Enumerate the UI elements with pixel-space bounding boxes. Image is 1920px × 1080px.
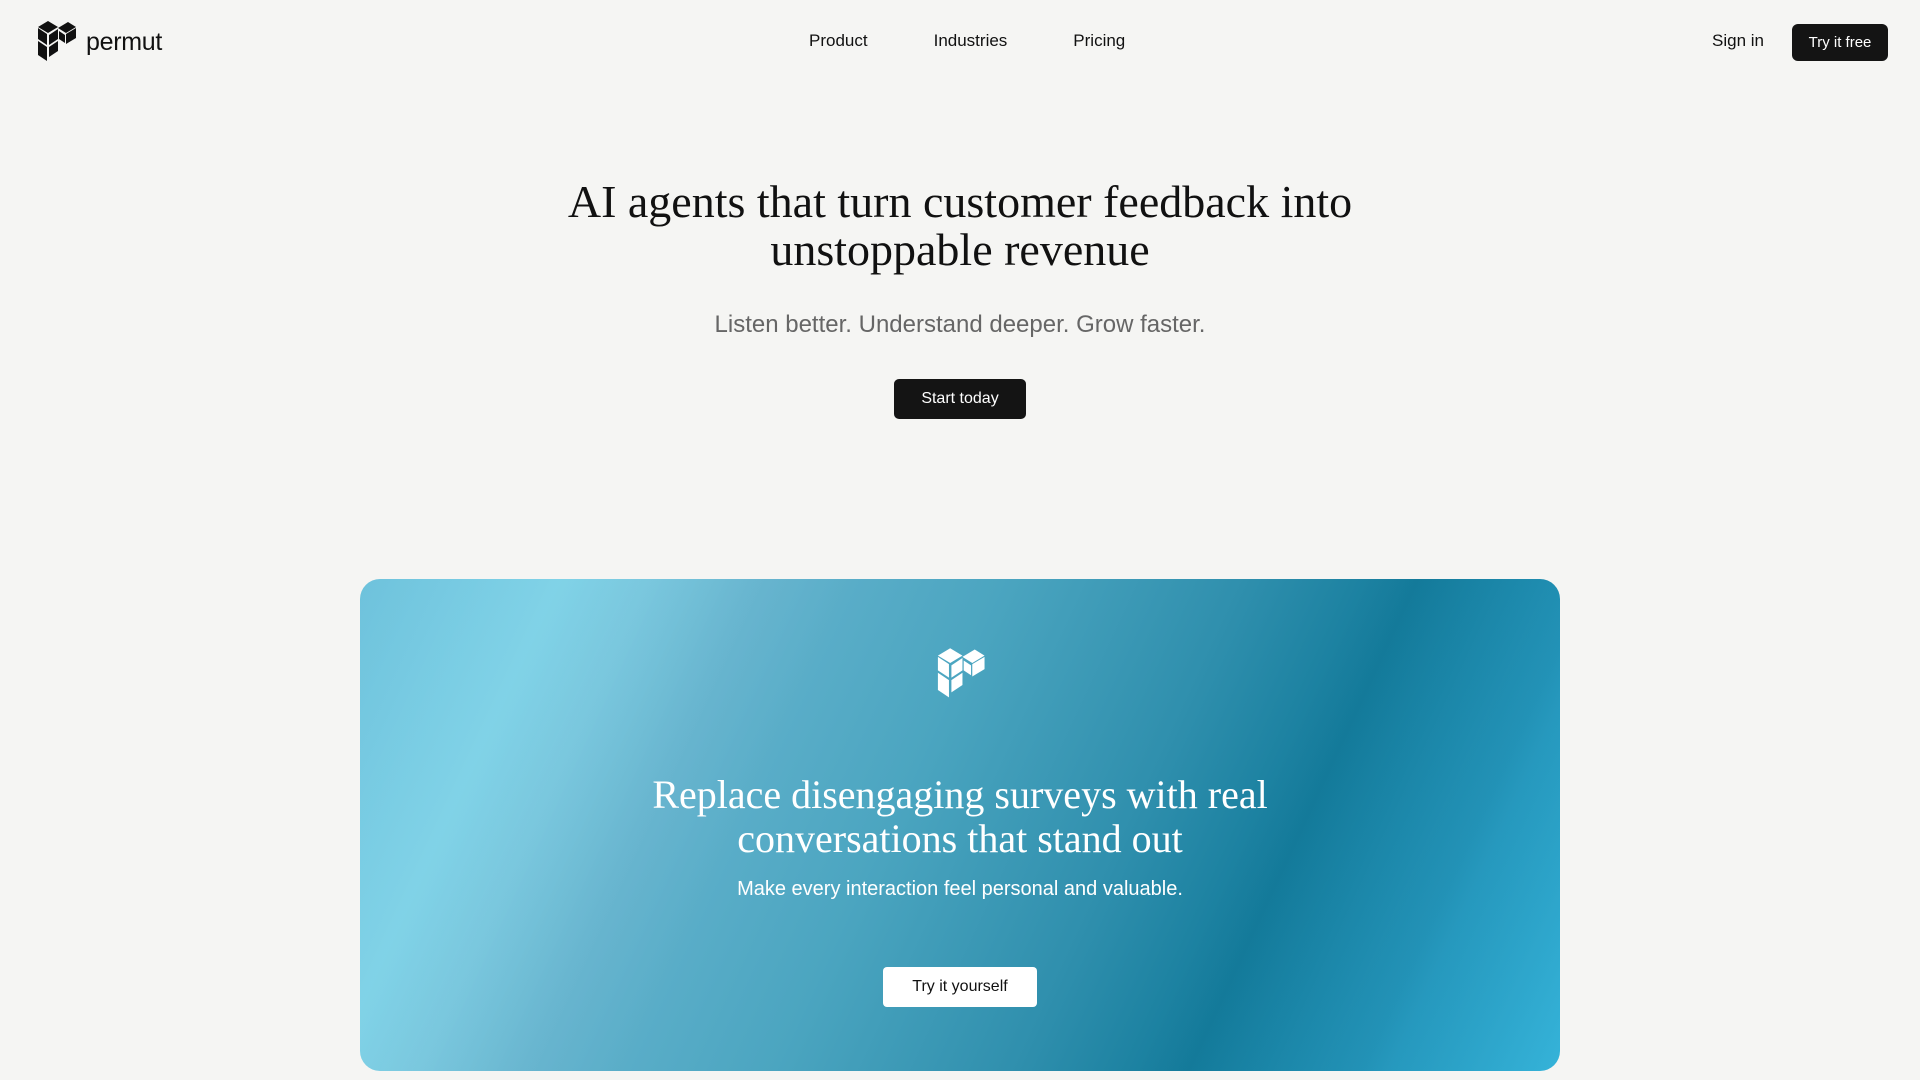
hero-title-line-1: AI agents that turn customer feedback in… <box>567 176 1353 227</box>
try-it-yourself-button[interactable]: Try it yourself <box>883 967 1037 1007</box>
card-title-line-1: Replace disengaging surveys with real <box>652 772 1268 817</box>
brand-name: permut <box>86 27 163 56</box>
hero-title-line-2: unstoppable revenue <box>770 224 1150 275</box>
hero-title: AI agents that turn customer feedback in… <box>0 178 1920 274</box>
try-it-free-button[interactable]: Try it free <box>1792 24 1888 61</box>
brand-logo[interactable]: permut <box>34 19 162 65</box>
hero-subtitle: Listen better. Understand deeper. Grow f… <box>714 311 1206 338</box>
permut-logo-icon <box>34 19 78 65</box>
permut-logo-icon <box>933 645 987 708</box>
card-subtitle: Make every interaction feel personal and… <box>737 878 1183 900</box>
nav-item-industries[interactable]: Industries <box>934 31 1008 51</box>
main-nav: Product Industries Pricing <box>809 31 1125 51</box>
feature-card: Replace disengaging surveys with real co… <box>360 579 1560 1071</box>
nav-item-pricing[interactable]: Pricing <box>1073 31 1125 51</box>
start-today-button[interactable]: Start today <box>894 379 1026 419</box>
nav-item-product[interactable]: Product <box>809 31 868 51</box>
sign-in-link[interactable]: Sign in <box>1712 31 1764 51</box>
site-header: permut Product Industries Pricing Sign i… <box>0 0 1920 86</box>
card-title-line-2: conversations that stand out <box>737 816 1183 861</box>
card-title: Replace disengaging surveys with real co… <box>360 773 1560 861</box>
